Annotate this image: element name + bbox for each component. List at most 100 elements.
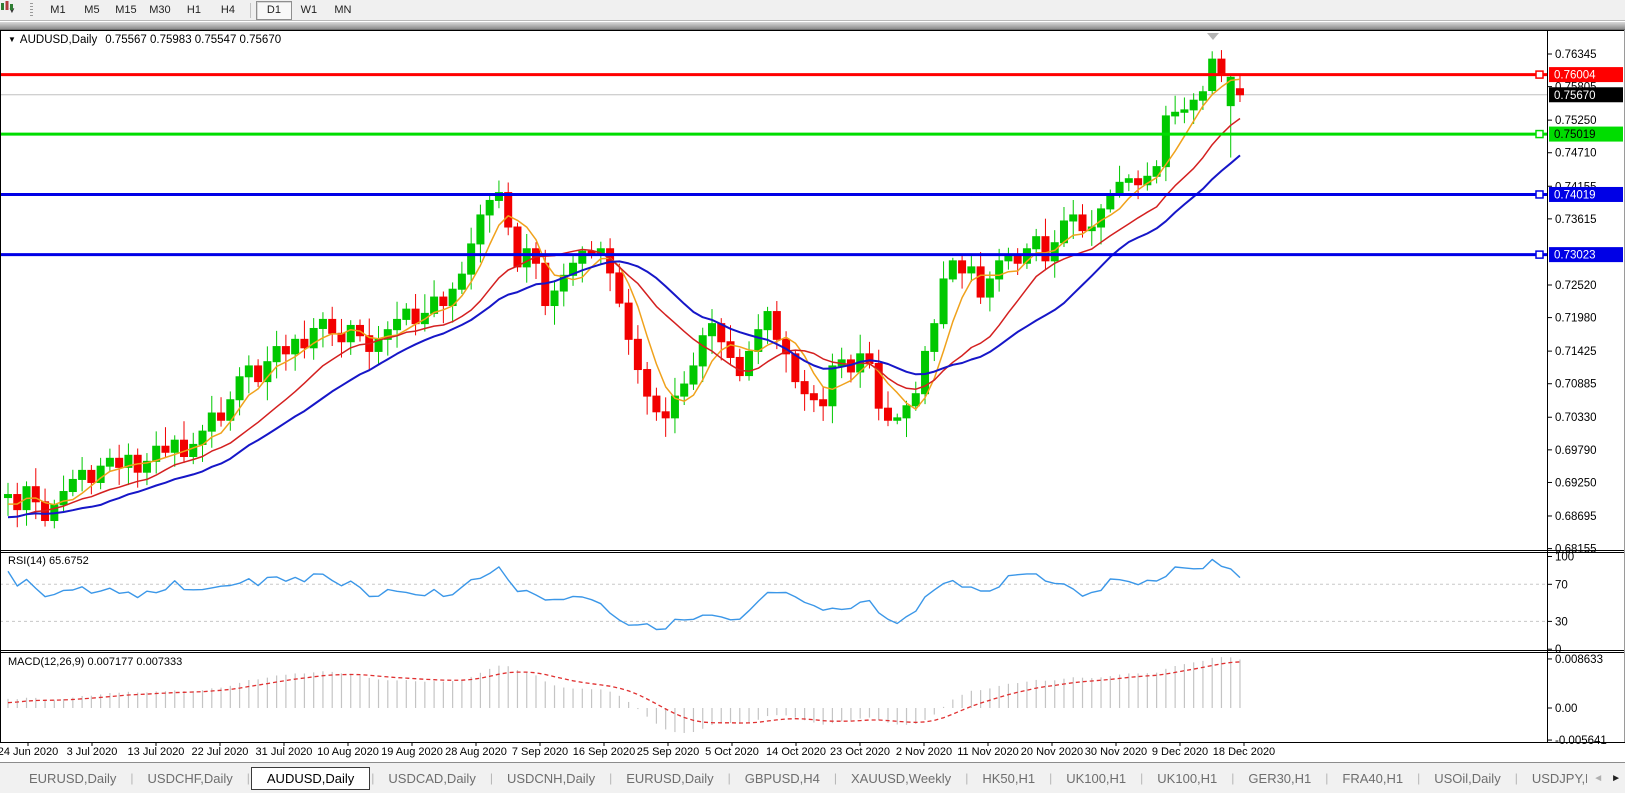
candle-body bbox=[207, 412, 216, 432]
date-label: 19 Aug 2020 bbox=[381, 746, 443, 758]
price-badge-label: 0.75670 bbox=[1554, 90, 1596, 102]
timeframe-button-w1[interactable]: W1 bbox=[292, 2, 326, 19]
price-badge-label: 0.76004 bbox=[1554, 70, 1596, 82]
date-label: 2 Nov 2020 bbox=[896, 746, 952, 758]
candle-body bbox=[346, 324, 355, 343]
candle-body bbox=[763, 311, 772, 331]
candle-body bbox=[633, 338, 642, 371]
candle-body bbox=[1078, 214, 1087, 232]
candle-body bbox=[87, 469, 96, 483]
chart-h-scrollbar[interactable] bbox=[0, 22, 1625, 30]
candle-body bbox=[4, 494, 12, 499]
candle-body bbox=[1171, 111, 1180, 117]
candle-body bbox=[1189, 99, 1198, 111]
candle-body bbox=[235, 376, 244, 401]
candle-body bbox=[624, 302, 633, 340]
candle-body bbox=[809, 393, 818, 401]
chart-window: 0.763450.758050.752500.747100.741550.736… bbox=[0, 30, 1625, 762]
price-tick-label: 0.71980 bbox=[1555, 313, 1597, 325]
candle-body bbox=[1180, 109, 1189, 113]
chart-canvas[interactable]: 0.763450.758050.752500.747100.741550.736… bbox=[0, 30, 1625, 762]
tabs-scroll-left-icon[interactable]: ◄ bbox=[1593, 773, 1603, 784]
price-tick-label: 0.76345 bbox=[1555, 49, 1597, 61]
candle-body bbox=[1106, 193, 1115, 210]
price-tick-label: 0.75250 bbox=[1555, 115, 1597, 127]
timeframe-buttons: M1 M5 M15 M30 H1 H4 D1 W1 MN bbox=[41, 0, 360, 20]
candle-body bbox=[217, 412, 226, 421]
timeframe-button-h4[interactable]: H4 bbox=[211, 2, 245, 19]
chevron-down-icon: ▼ bbox=[8, 35, 16, 44]
chart-tab-usoil-daily[interactable]: USOil,Daily bbox=[1421, 768, 1513, 789]
date-label: 9 Dec 2020 bbox=[1152, 746, 1208, 758]
candle-body bbox=[948, 260, 957, 280]
candle-body bbox=[550, 290, 559, 307]
candle-body bbox=[1235, 88, 1244, 96]
candle-body bbox=[300, 338, 309, 349]
candle-body bbox=[902, 405, 911, 419]
chart-tab-gbpusd-h4[interactable]: GBPUSD,H4 bbox=[732, 768, 833, 789]
date-label: 10 Aug 2020 bbox=[317, 746, 379, 758]
candle-body bbox=[865, 353, 874, 364]
chart-tab-usdchf-daily[interactable]: USDCHF,Daily bbox=[135, 768, 246, 789]
date-label: 28 Aug 2020 bbox=[445, 746, 507, 758]
chart-tab-usdcad-daily[interactable]: USDCAD,Daily bbox=[375, 768, 488, 789]
tabs-scroll-right-icon[interactable]: ► bbox=[1611, 773, 1621, 784]
chart-tab-eurusd-daily[interactable]: EURUSD,Daily bbox=[613, 768, 726, 789]
candle-body bbox=[967, 266, 976, 274]
price-badge-label: 0.75019 bbox=[1554, 129, 1596, 141]
candle-body bbox=[393, 318, 402, 331]
candle-body bbox=[1115, 181, 1124, 195]
chart-type-icon[interactable]: ▼ bbox=[1, 1, 20, 19]
chart-tab-audusd-daily[interactable]: AUDUSD,Daily bbox=[250, 766, 371, 790]
toolbar-grip[interactable] bbox=[29, 3, 33, 17]
chart-tab-hk50-h1[interactable]: HK50,H1 bbox=[969, 768, 1048, 789]
timeframe-button-m1[interactable]: M1 bbox=[41, 2, 75, 19]
chart-tab-fra40-h1[interactable]: FRA40,H1 bbox=[1329, 768, 1416, 789]
timeframe-button-m5[interactable]: M5 bbox=[75, 2, 109, 19]
candle-body bbox=[772, 311, 781, 340]
candle-body bbox=[272, 346, 281, 363]
timeframe-button-m30[interactable]: M30 bbox=[143, 2, 177, 19]
date-label: 30 Nov 2020 bbox=[1085, 746, 1147, 758]
chart-tab-ger30-h1[interactable]: GER30,H1 bbox=[1235, 768, 1324, 789]
candle-body bbox=[615, 272, 624, 304]
chart-tabs-bar: EURUSD,Daily | USDCHF,Daily | AUDUSD,Daily | U… bbox=[0, 762, 1625, 793]
price-tick-label: 0.69790 bbox=[1555, 445, 1597, 457]
candle-body bbox=[1134, 178, 1143, 186]
candle-body bbox=[652, 395, 661, 413]
date-label: 16 Sep 2020 bbox=[573, 746, 635, 758]
date-label: 7 Sep 2020 bbox=[512, 746, 568, 758]
candle-body bbox=[263, 361, 272, 383]
candle-body bbox=[1032, 236, 1041, 250]
price-tick-label: 0.73615 bbox=[1555, 214, 1597, 226]
timeframe-button-mn[interactable]: MN bbox=[326, 2, 360, 19]
candle-body bbox=[643, 369, 652, 397]
candle-body bbox=[170, 439, 179, 453]
candle-body bbox=[485, 199, 494, 216]
date-label: 24 Jun 2020 bbox=[0, 746, 58, 758]
candle-body bbox=[1041, 236, 1050, 262]
price-tick-label: 0.70885 bbox=[1555, 379, 1597, 391]
date-label: 22 Jul 2020 bbox=[192, 746, 249, 758]
timeframe-button-m15[interactable]: M15 bbox=[109, 2, 143, 19]
price-badge-label: 0.73023 bbox=[1554, 250, 1596, 262]
candle-body bbox=[800, 381, 809, 395]
chart-tab-uk100-h1[interactable]: UK100,H1 bbox=[1053, 768, 1139, 789]
price-tick-label: 0.69250 bbox=[1555, 477, 1597, 489]
price-tick-label: 0.74710 bbox=[1555, 148, 1597, 160]
chart-tabs: EURUSD,Daily | USDCHF,Daily | AUDUSD,Daily | U… bbox=[16, 766, 1625, 790]
chart-tab-uk100-h1[interactable]: UK100,H1 bbox=[1144, 768, 1230, 789]
rsi-tick-label: 70 bbox=[1555, 579, 1568, 591]
candle-body bbox=[504, 192, 513, 228]
chart-tab-xauusd-weekly[interactable]: XAUUSD,Weekly bbox=[838, 768, 964, 789]
candle-body bbox=[883, 407, 892, 421]
chart-tab-usdcnh-daily[interactable]: USDCNH,Daily bbox=[494, 768, 608, 789]
candle-body bbox=[1198, 91, 1207, 101]
timeframe-button-d1[interactable]: D1 bbox=[255, 0, 292, 20]
price-tick-label: 0.68695 bbox=[1555, 511, 1597, 523]
chart-tab-eurusd-daily[interactable]: EURUSD,Daily bbox=[16, 768, 129, 789]
candle-body bbox=[78, 469, 87, 480]
candle-body bbox=[244, 365, 253, 378]
timeframe-button-h1[interactable]: H1 bbox=[177, 2, 211, 19]
toolbar-divider bbox=[249, 2, 251, 18]
